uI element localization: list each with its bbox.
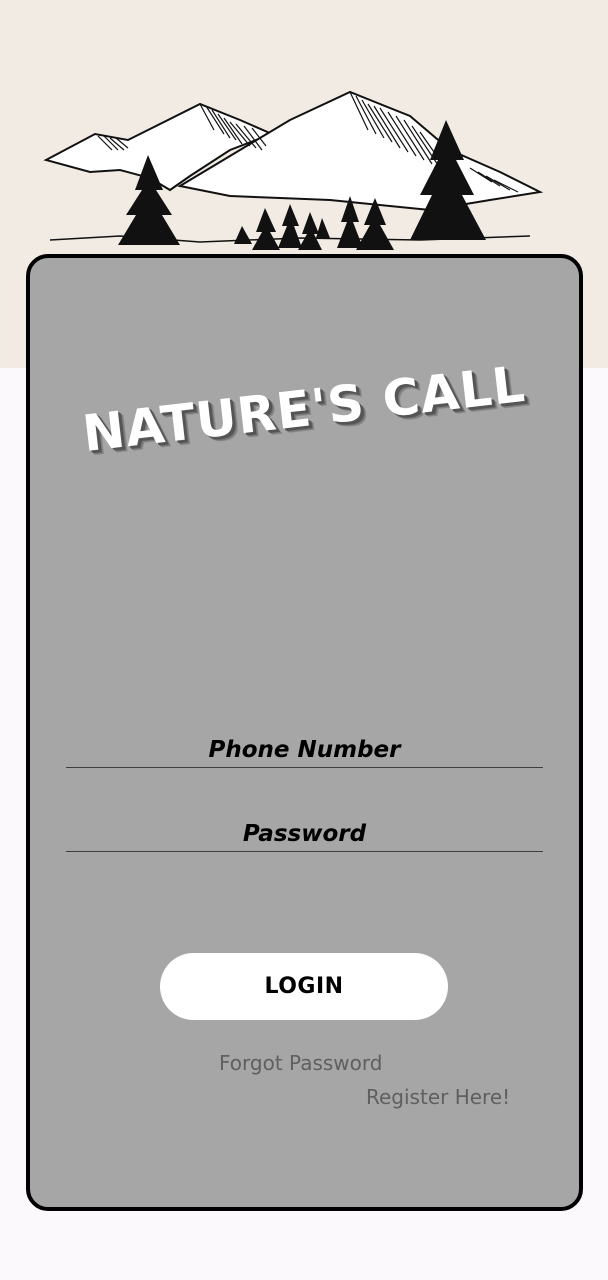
password-field[interactable] bbox=[66, 811, 543, 852]
register-link[interactable]: Register Here! bbox=[366, 1085, 510, 1109]
forgot-password-link[interactable]: Forgot Password bbox=[219, 1051, 382, 1075]
login-button[interactable]: LOGIN bbox=[160, 953, 448, 1020]
phone-number-input[interactable] bbox=[66, 727, 543, 767]
password-input[interactable] bbox=[66, 811, 543, 851]
phone-number-field[interactable] bbox=[66, 727, 543, 768]
